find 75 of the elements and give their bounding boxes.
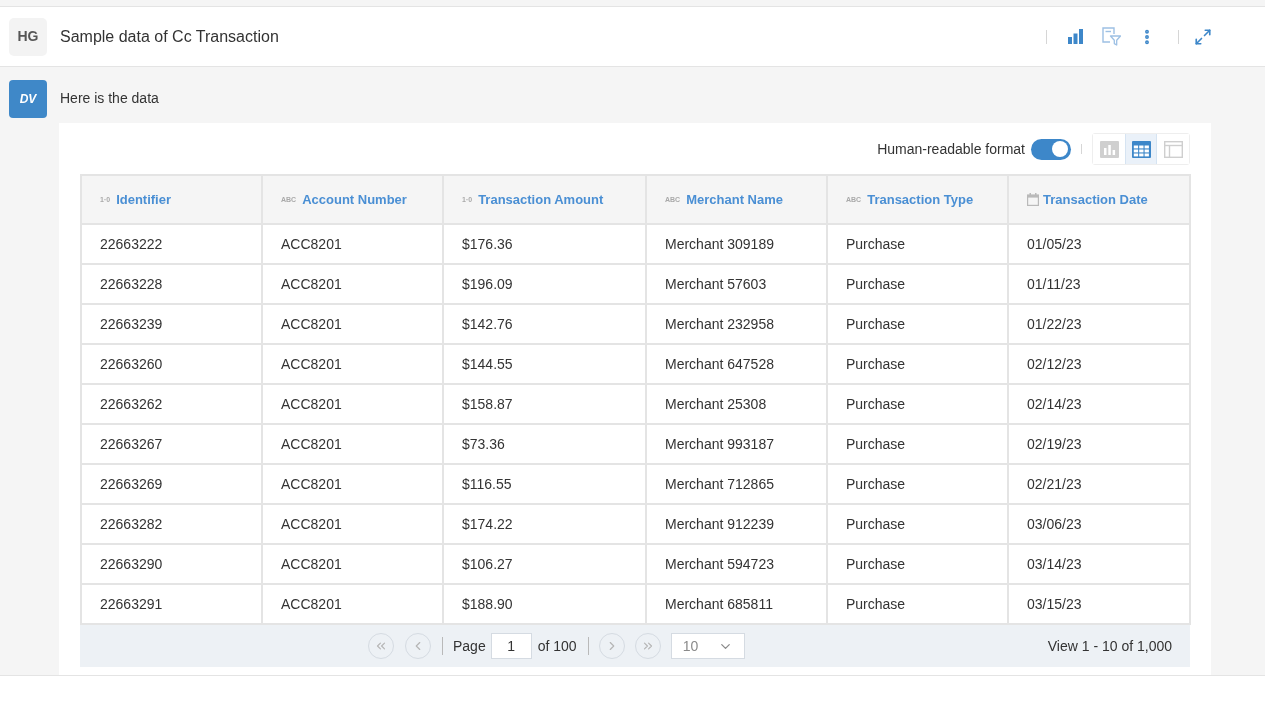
bar-chart-icon[interactable] xyxy=(1067,29,1083,44)
page-size-select[interactable]: 10 xyxy=(670,633,745,659)
table-cell: 02/14/23 xyxy=(1008,384,1190,424)
grid-table-icon xyxy=(1131,140,1151,158)
table-cell: Purchase xyxy=(827,264,1008,304)
column-header[interactable]: Transaction Date xyxy=(1008,175,1190,224)
table-cell: ACC8201 xyxy=(262,344,443,384)
table-cell: Purchase xyxy=(827,504,1008,544)
page-count: of 100 xyxy=(537,636,577,656)
table-cell: 01/05/23 xyxy=(1008,224,1190,264)
table-cell: 22663262 xyxy=(81,384,262,424)
table-cell: Purchase xyxy=(827,384,1008,424)
table-cell: Purchase xyxy=(827,304,1008,344)
table-cell: Merchant 912239 xyxy=(646,504,827,544)
table-cell: $73.36 xyxy=(443,424,646,464)
assistant-avatar: DV xyxy=(9,80,47,118)
table-cell: $106.27 xyxy=(443,544,646,584)
table-cell: 22663269 xyxy=(81,464,262,504)
table-cell: $144.55 xyxy=(443,344,646,384)
table-cell: 22663267 xyxy=(81,424,262,464)
table-cell: 22663260 xyxy=(81,344,262,384)
message-text: Here is the data xyxy=(59,88,160,108)
table-cell: $174.22 xyxy=(443,504,646,544)
bar-chart-icon xyxy=(1099,140,1119,158)
table-cell: Merchant 309189 xyxy=(646,224,827,264)
conversation-title: Sample data of Cc Transaction xyxy=(60,26,279,47)
table-cell: $142.76 xyxy=(443,304,646,344)
table-cell: 02/19/23 xyxy=(1008,424,1190,464)
view-mode-button[interactable] xyxy=(1125,134,1157,164)
table-cell: Purchase xyxy=(827,424,1008,464)
table-cell: Merchant 647528 xyxy=(646,344,827,384)
table-cell: Merchant 712865 xyxy=(646,464,827,504)
table-cell: $158.87 xyxy=(443,384,646,424)
page-input[interactable]: 1 xyxy=(490,633,532,659)
table-cell: Purchase xyxy=(827,544,1008,584)
human-readable-switch[interactable] xyxy=(1031,138,1071,160)
pagination-summary: View 1 - 10 of 1,000 xyxy=(1047,636,1172,656)
table-cell: Merchant 993187 xyxy=(646,424,827,464)
human-readable-label: Human-readable format xyxy=(877,139,1025,159)
table-cell: Purchase xyxy=(827,344,1008,384)
table-cell: 01/22/23 xyxy=(1008,304,1190,344)
table-cell: 03/06/23 xyxy=(1008,504,1190,544)
table-cell: Merchant 57603 xyxy=(646,264,827,304)
table-cell: ACC8201 xyxy=(262,304,443,344)
table-cell: ACC8201 xyxy=(262,224,443,264)
table-cell: Merchant 594723 xyxy=(646,544,827,584)
table-cell: ACC8201 xyxy=(262,544,443,584)
page-label: Page xyxy=(453,636,486,656)
document-filter-icon[interactable] xyxy=(1101,27,1121,46)
table-cell: $196.09 xyxy=(443,264,646,304)
user-avatar: HG xyxy=(9,17,47,56)
table-cell: ACC8201 xyxy=(262,464,443,504)
table-cell: Merchant 25308 xyxy=(646,384,827,424)
table-cell: 22663282 xyxy=(81,504,262,544)
table-cell: 02/21/23 xyxy=(1008,464,1190,504)
table-cell: 03/14/23 xyxy=(1008,544,1190,584)
layout-icon xyxy=(1163,140,1183,158)
table-cell: 22663290 xyxy=(81,544,262,584)
table-cell: $176.36 xyxy=(443,224,646,264)
table-cell: 02/12/23 xyxy=(1008,344,1190,384)
calendar-icon xyxy=(1027,193,1039,206)
table-cell: Merchant 232958 xyxy=(646,304,827,344)
table-cell: ACC8201 xyxy=(262,384,443,424)
double-chevron-left-icon xyxy=(374,639,388,653)
table-cell: 22663228 xyxy=(81,264,262,304)
table-cell: Purchase xyxy=(827,464,1008,504)
table-cell: ACC8201 xyxy=(262,424,443,464)
table-cell: ACC8201 xyxy=(262,264,443,304)
table-cell: ACC8201 xyxy=(262,504,443,544)
table-cell: $116.55 xyxy=(443,464,646,504)
table-cell: 22663239 xyxy=(81,304,262,344)
expand-icon[interactable] xyxy=(1194,27,1212,46)
table-cell: Purchase xyxy=(827,224,1008,264)
table-cell: 01/11/23 xyxy=(1008,264,1190,304)
table-cell: 22663222 xyxy=(81,224,262,264)
